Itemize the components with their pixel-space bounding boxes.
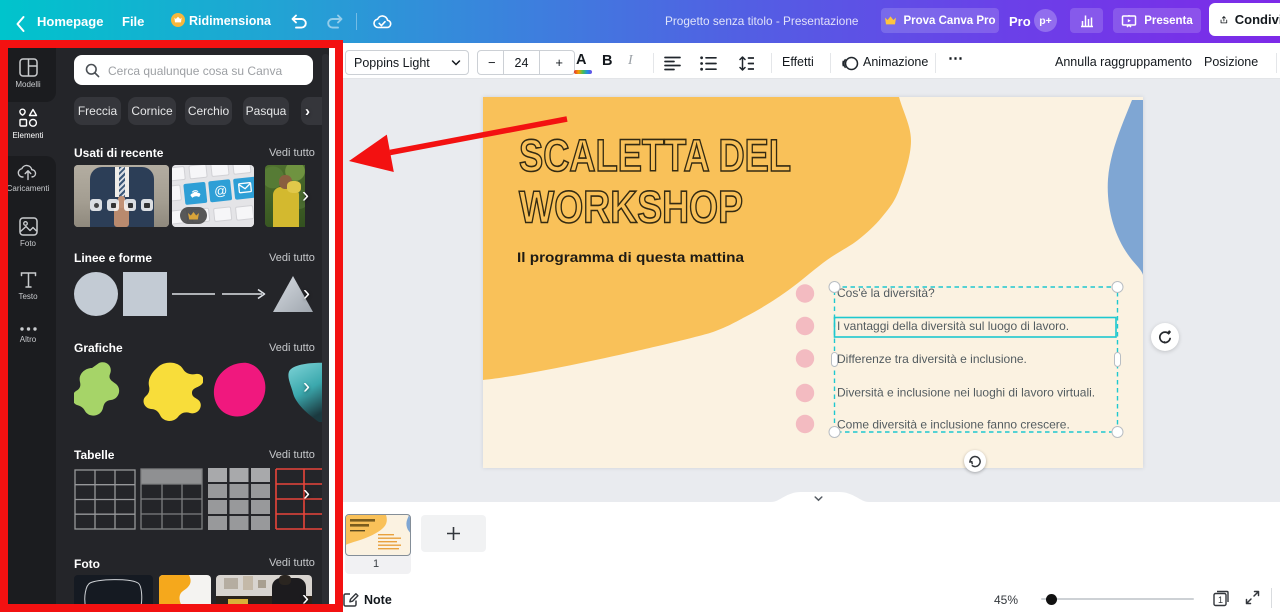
svg-text:Cos'è la diversità?: Cos'è la diversità? [837, 286, 935, 300]
svg-text:SCALETTA DEL: SCALETTA DEL [519, 130, 791, 181]
svg-text:Il programma di questa mattina: Il programma di questa mattina [517, 250, 745, 265]
svg-text:Differenze tra diversità e inc: Differenze tra diversità e inclusione. [837, 352, 1027, 366]
svg-text:1: 1 [1218, 595, 1223, 605]
svg-text:WORKSHOP: WORKSHOP [519, 182, 743, 233]
svg-text:I vantaggi della diversità sul: I vantaggi della diversità sul luogo di … [837, 319, 1069, 333]
svg-text:Diversità e inclusione nei luo: Diversità e inclusione nei luoghi di lav… [837, 386, 1095, 400]
svg-text:@: @ [213, 183, 228, 199]
svg-text:Come diversità e inclusione fa: Come diversità e inclusione fanno cresce… [837, 418, 1070, 432]
